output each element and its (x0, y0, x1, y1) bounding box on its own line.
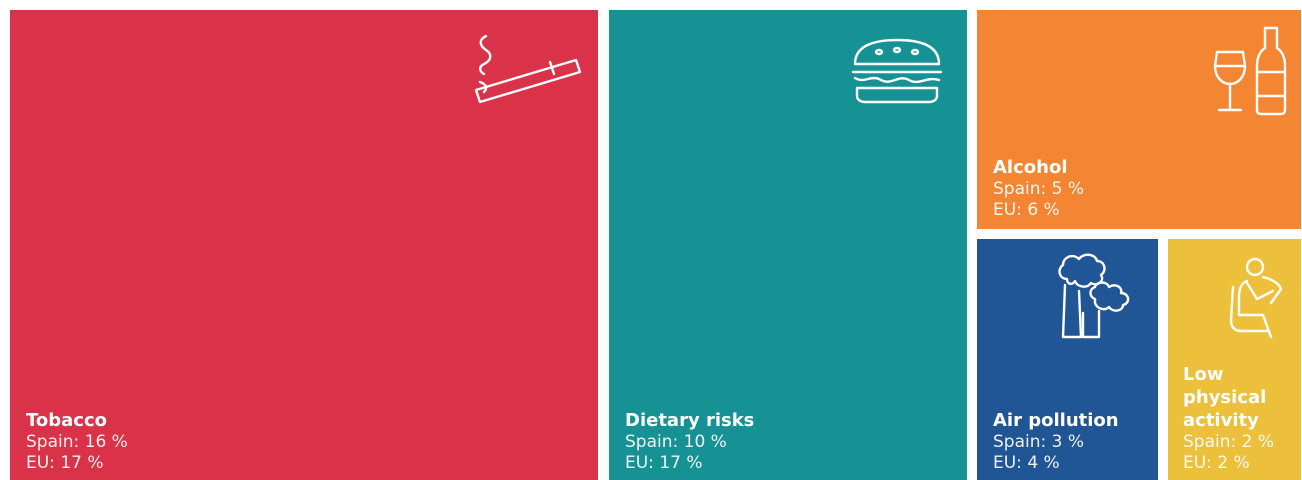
treemap-tile-low-physical-activity: Low physical activity Spain: 2 % EU: 2 % (1168, 239, 1301, 480)
treemap-tile-tobacco: Tobacco Spain: 16 % EU: 17 % (10, 10, 598, 480)
eu-value: EU: 4 % (993, 453, 1060, 473)
category-name-line-2: physical (1183, 387, 1267, 408)
treemap-tile-dietary-risks: Dietary risks Spain: 10 % EU: 17 % (609, 10, 967, 480)
spain-value: Spain: 16 % (26, 432, 128, 452)
treemap-tile-alcohol: Alcohol Spain: 5 % EU: 6 % (977, 10, 1301, 229)
eu-value: EU: 2 % (1183, 453, 1250, 473)
category-name-line-3: activity (1183, 410, 1259, 431)
factory-smoke-icon (1053, 251, 1143, 341)
category-name: Air pollution (993, 410, 1119, 431)
category-name: Alcohol (993, 157, 1068, 178)
category-name: Tobacco (26, 410, 107, 431)
cigarette-icon (472, 34, 584, 106)
category-name-line-1: Low (1183, 364, 1224, 385)
sitting-person-icon (1227, 257, 1287, 341)
eu-value: EU: 17 % (625, 453, 703, 473)
eu-value: EU: 6 % (993, 200, 1060, 220)
eu-value: EU: 17 % (26, 453, 104, 473)
air-pollution-label: Air pollution Spain: 3 % EU: 4 % (993, 410, 1150, 474)
spain-value: Spain: 2 % (1183, 432, 1275, 452)
spain-value: Spain: 5 % (993, 179, 1085, 199)
spain-value: Spain: 3 % (993, 432, 1085, 452)
low-physical-activity-label: Low physical activity Spain: 2 % EU: 2 % (1183, 363, 1293, 474)
wine-bottle-glass-icon (1213, 26, 1287, 116)
dietary-risks-label: Dietary risks Spain: 10 % EU: 17 % (625, 410, 959, 474)
spain-value: Spain: 10 % (625, 432, 727, 452)
burger-icon (851, 38, 943, 104)
alcohol-label: Alcohol Spain: 5 % EU: 6 % (993, 157, 1293, 221)
tobacco-label: Tobacco Spain: 16 % EU: 17 % (26, 410, 590, 474)
treemap-tile-air-pollution: Air pollution Spain: 3 % EU: 4 % (977, 239, 1158, 480)
category-name: Dietary risks (625, 410, 755, 431)
